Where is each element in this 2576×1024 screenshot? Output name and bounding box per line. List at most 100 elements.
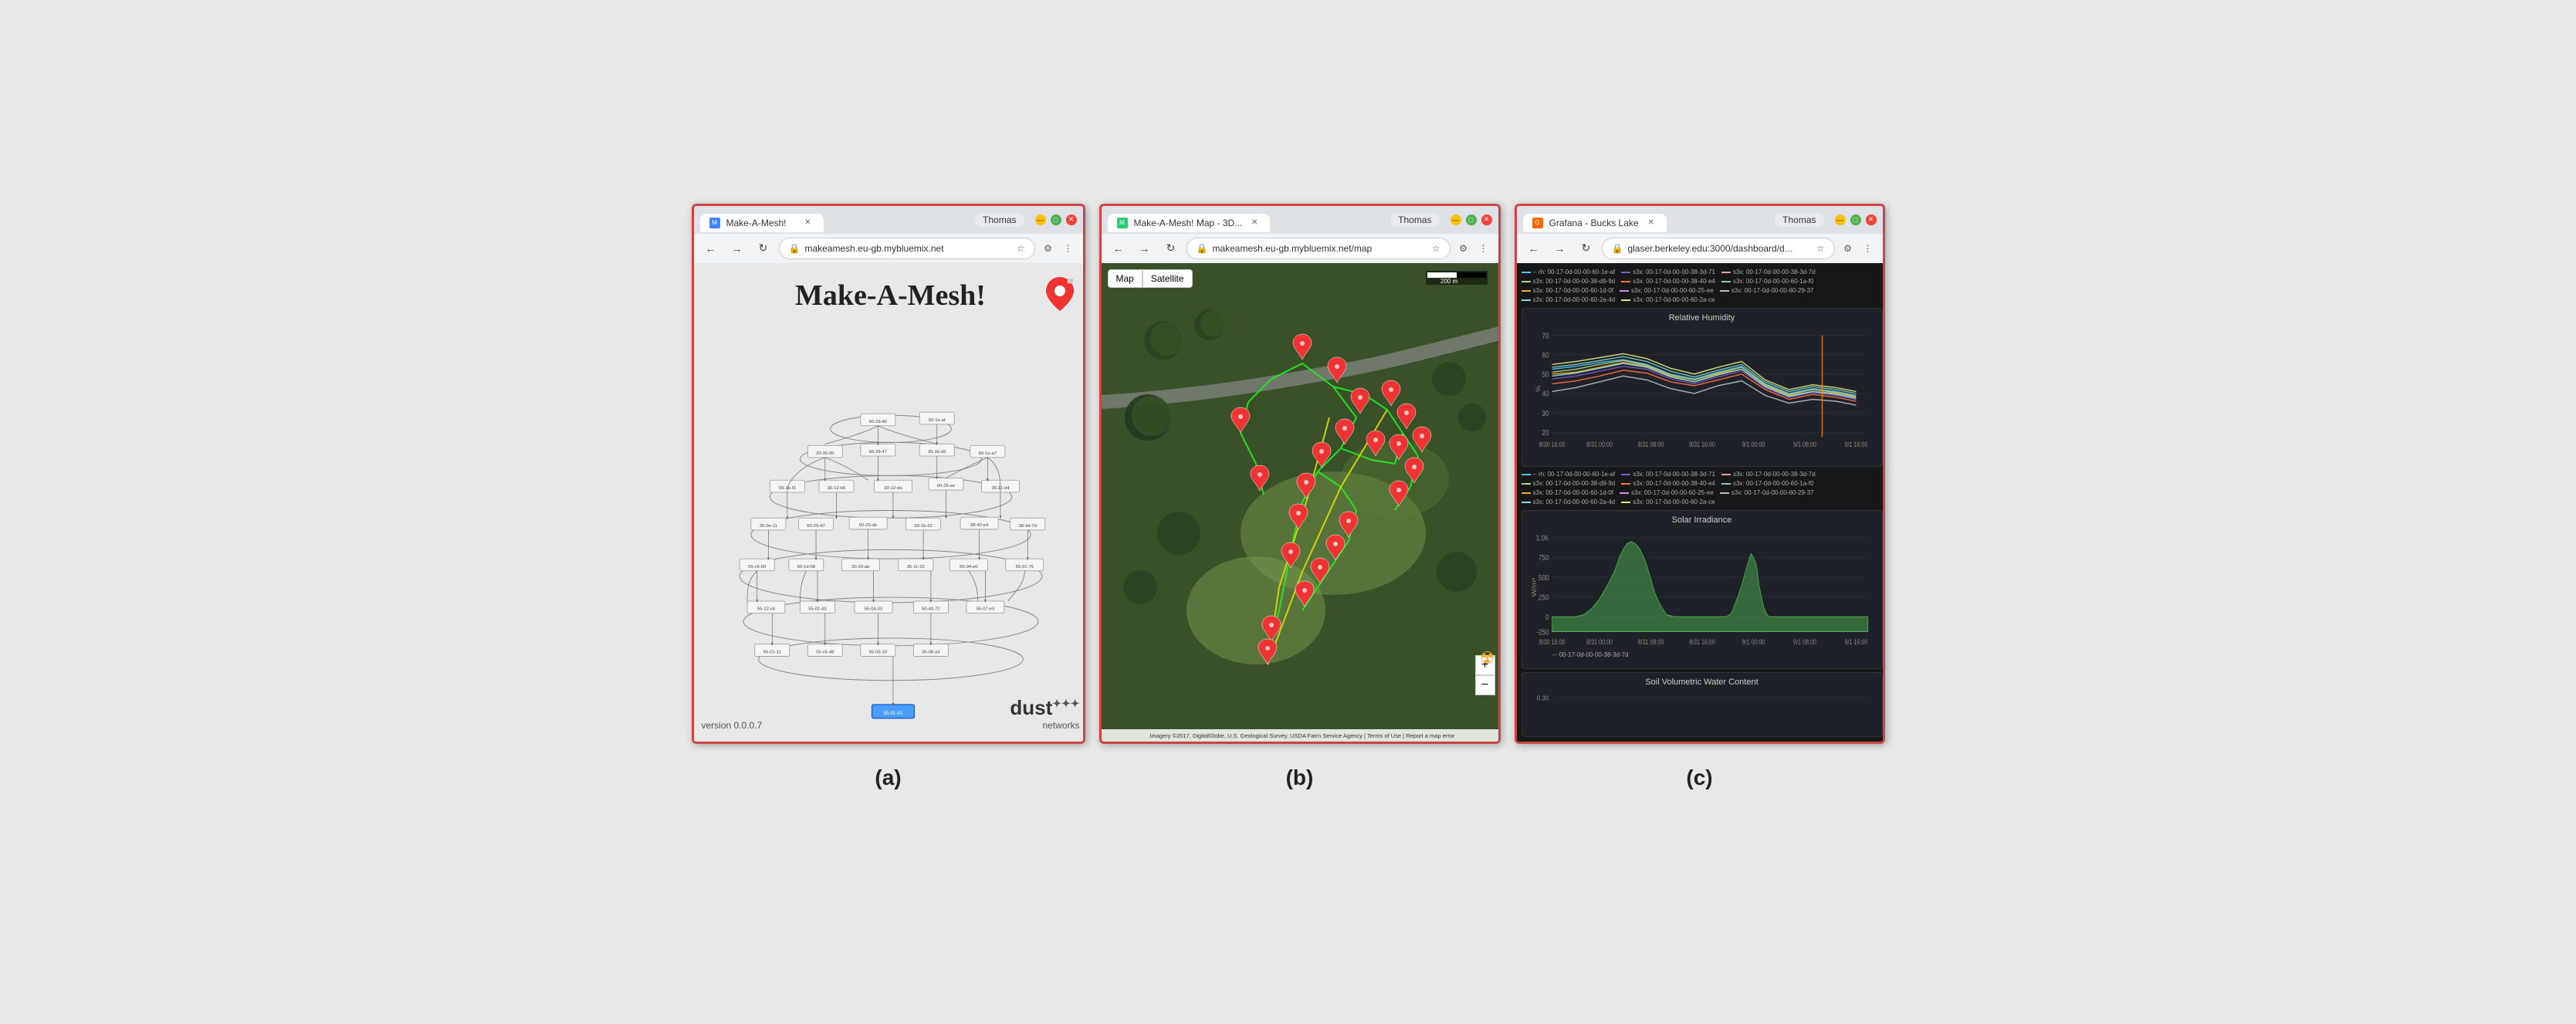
minimize-btn-b[interactable]: —: [1450, 215, 1461, 225]
svg-text:55-07-e3: 55-07-e3: [976, 607, 994, 611]
satellite-view-btn[interactable]: Satellite: [1142, 269, 1193, 288]
svg-text:60-1d-08: 60-1d-08: [797, 564, 814, 569]
svg-text:55-c6-00: 55-c6-00: [748, 564, 767, 569]
caption-b: (b): [1286, 765, 1314, 790]
extensions-icon-b[interactable]: ⚙: [1455, 240, 1472, 257]
svg-text:55-01-75: 55-01-75: [1015, 564, 1034, 569]
menu-icon-b[interactable]: ⋮: [1475, 240, 1492, 257]
forward-btn-b[interactable]: →: [1134, 238, 1156, 259]
toolbar-b: ← → ↻ 🔒 makeamesh.eu-gb.mybluemix.net/ma…: [1102, 234, 1498, 263]
svg-text:9/1 00:00: 9/1 00:00: [1742, 638, 1765, 646]
titlebar-a: M Make-A-Mesh! ✕ Thomas — □ ✕: [694, 206, 1083, 234]
humidity-chart: 70 60 50 40 30 20 8/30 16:00 8/31 00:00 …: [1528, 326, 1876, 451]
tab-close-b[interactable]: ✕: [1248, 217, 1261, 229]
svg-text:55-12-c6: 55-12-c6: [757, 607, 774, 611]
tab-favicon-c: G: [1532, 218, 1543, 228]
maximize-btn-a[interactable]: □: [1051, 215, 1061, 225]
svg-text:8/30 16:00: 8/30 16:00: [1538, 441, 1565, 448]
maximize-btn-c[interactable]: □: [1850, 215, 1861, 225]
svg-text:60-1e-af: 60-1e-af: [928, 417, 945, 422]
svg-text:9/1 16:00: 9/1 16:00: [1844, 441, 1867, 448]
dust-logo-sub: networks: [1042, 720, 1079, 731]
map-view-btn[interactable]: Map: [1108, 269, 1142, 288]
minimize-btn-a[interactable]: —: [1035, 215, 1046, 225]
svg-text:750: 750: [1538, 553, 1549, 562]
window-controls-a: — □ ✕: [1035, 215, 1077, 225]
svg-text:500: 500: [1538, 573, 1549, 582]
tab-b[interactable]: M Make-A-Mesh! Map - 3D... ✕: [1108, 214, 1271, 232]
toolbar-a: ← → ↻ 🔒 makeamesh.eu-gb.mybluemix.net ☆ …: [694, 234, 1083, 263]
svg-text:9/1 16:00: 9/1 16:00: [1844, 638, 1867, 646]
titlebar-b: M Make-A-Mesh! Map - 3D... ✕ Thomas — □ …: [1102, 206, 1498, 234]
tab-close-c[interactable]: ✕: [1645, 217, 1657, 229]
svg-text:55-01-d3: 55-01-d3: [808, 607, 826, 611]
forward-btn-a[interactable]: →: [726, 238, 748, 259]
menu-icon-a[interactable]: ⋮: [1060, 240, 1077, 257]
svg-text:60-29-47: 60-29-47: [868, 450, 886, 455]
zoom-out-btn[interactable]: −: [1475, 675, 1495, 695]
grafana-legend-top: -- rh: 00-17-0d-00-00-60-1e-af s3x: 00-1…: [1522, 268, 1883, 305]
back-btn-b[interactable]: ←: [1108, 238, 1129, 259]
reload-btn-c[interactable]: ↻: [1576, 238, 1597, 259]
tab-c[interactable]: G Grafana - Bucks Lake ✕: [1523, 214, 1667, 232]
svg-text:30-20-ab: 30-20-ab: [851, 564, 870, 569]
close-btn-b[interactable]: ✕: [1481, 215, 1492, 225]
svg-text:9/1 00:00: 9/1 00:00: [1742, 441, 1765, 448]
address-bar-c[interactable]: 🔒 glaser.berkeley.edu:3000/dashboard/d..…: [1602, 238, 1835, 259]
svg-text:0: 0: [1545, 613, 1549, 621]
svg-text:Imagery ©2017, DigitalGlobe, U: Imagery ©2017, DigitalGlobe, U.S. Geolog…: [1149, 732, 1455, 739]
maximize-btn-b[interactable]: □: [1466, 215, 1477, 225]
svg-text:8/31 16:00: 8/31 16:00: [1689, 638, 1715, 646]
browser-window-a: M Make-A-Mesh! ✕ Thomas — □ ✕ ← → ↻ 🔒 ma: [692, 204, 1085, 744]
panel-solar: Solar Irradiance 1.0K 750: [1522, 510, 1883, 669]
menu-icon-c[interactable]: ⋮: [1860, 240, 1877, 257]
content-b: 200 m Imagery ©2017, DigitalGlobe, U.S. …: [1102, 263, 1501, 742]
svg-text:W/m²: W/m²: [1531, 577, 1538, 596]
panel-solar-title: Solar Irradiance: [1528, 515, 1876, 525]
extensions-icon-a[interactable]: ⚙: [1040, 240, 1057, 257]
svg-text:60-25-ee: 60-25-ee: [936, 484, 954, 488]
svg-text:9/1 08:00: 9/1 08:00: [1793, 638, 1816, 646]
svg-text:35-1b-d3: 35-1b-d3: [927, 450, 945, 455]
address-bar-b[interactable]: 🔒 makeamesh.eu-gb.mybluemix.net/map ☆: [1186, 238, 1450, 259]
svg-text:20-35-00: 20-35-00: [816, 451, 834, 456]
screenshot-c-wrapper: G Grafana - Bucks Lake ✕ Thomas — □ ✕ ← …: [1515, 204, 1885, 790]
toolbar-icons-a: ⚙ ⋮: [1040, 240, 1077, 257]
forward-btn-c[interactable]: →: [1549, 238, 1571, 259]
map-toolbar: Map Satellite: [1108, 269, 1193, 288]
back-btn-c[interactable]: ←: [1523, 238, 1545, 259]
back-btn-a[interactable]: ←: [700, 238, 722, 259]
svg-text:8/31 00:00: 8/31 00:00: [1586, 441, 1613, 448]
mesh-main-content: Make-A-Mesh! 60-29-46: [694, 263, 1085, 742]
close-btn-c[interactable]: ✕: [1866, 215, 1877, 225]
reload-btn-a[interactable]: ↻: [753, 238, 774, 259]
url-text-c: glaser.berkeley.edu:3000/dashboard/d...: [1627, 243, 1811, 254]
svg-text:50-40-72: 50-40-72: [922, 607, 939, 611]
solar-chart: 1.0K 750 500 250 0 -250 W/m² 8/30 16:00 …: [1528, 528, 1876, 647]
extensions-icon-c[interactable]: ⚙: [1840, 240, 1857, 257]
panel-humidity: Relative Humidity 70 60 5: [1522, 308, 1883, 467]
svg-text:0.30: 0.30: [1536, 694, 1549, 701]
grafana-dashboard: -- rh: 00-17-0d-00-00-60-1e-af s3x: 00-1…: [1517, 263, 1885, 742]
svg-text:9/1 08:00: 9/1 08:00: [1793, 441, 1816, 448]
close-btn-a[interactable]: ✕: [1066, 215, 1077, 225]
minimize-btn-c[interactable]: —: [1835, 215, 1846, 225]
svg-text:55-04-e0: 55-04-e0: [960, 564, 978, 569]
tab-close-a[interactable]: ✕: [802, 217, 814, 229]
browser-window-c: G Grafana - Bucks Lake ✕ Thomas — □ ✕ ← …: [1515, 204, 1885, 744]
svg-text:-250: -250: [1536, 627, 1549, 636]
toolbar-c: ← → ↻ 🔒 glaser.berkeley.edu:3000/dashboa…: [1517, 234, 1883, 263]
tab-a[interactable]: M Make-A-Mesh! ✕: [700, 214, 824, 232]
svg-text:60-29-46: 60-29-46: [868, 419, 886, 424]
reload-btn-b[interactable]: ↻: [1160, 238, 1182, 259]
svg-text:60-25-ab: 60-25-ab: [858, 523, 877, 528]
version-text: version 0.0.0.7: [702, 720, 763, 731]
toolbar-icons-c: ⚙ ⋮: [1840, 240, 1877, 257]
svg-text:60-29-47: 60-29-47: [807, 524, 824, 529]
svg-text:35-0e-11: 35-0e-11: [759, 524, 777, 529]
svg-text:50: 50: [1542, 370, 1549, 378]
address-bar-a[interactable]: 🔒 makeamesh.eu-gb.mybluemix.net ☆: [779, 238, 1035, 259]
titlebar-c: G Grafana - Bucks Lake ✕ Thomas — □ ✕: [1517, 206, 1883, 234]
pegman-icon[interactable]: ☢: [1480, 648, 1495, 668]
screenshots-row: M Make-A-Mesh! ✕ Thomas — □ ✕ ← → ↻ 🔒 ma: [15, 204, 2561, 790]
